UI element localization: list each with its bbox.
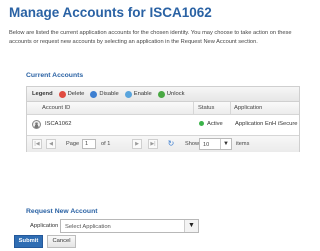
column-header-status[interactable]: Status [198, 105, 214, 111]
legend-disable-label: Disable [99, 91, 119, 97]
page-label: Page [66, 141, 80, 147]
chevron-down-icon: ▼ [220, 139, 231, 149]
status-cell: Active [207, 121, 223, 127]
current-accounts-panel: Legend Delete Disable Enable Unlock Acco… [26, 86, 300, 152]
application-label: Application [30, 223, 59, 229]
status-active-icon [199, 121, 204, 126]
legend-unlock: Unlock [157, 90, 185, 98]
page-of-label: of 1 [101, 141, 111, 147]
column-header-application[interactable]: Application [234, 105, 262, 111]
page-size-select[interactable]: 10 ▼ [199, 138, 232, 150]
current-accounts-heading: Current Accounts [26, 72, 84, 79]
request-new-account-heading: Request New Account [26, 208, 98, 215]
submit-button[interactable]: Submit [14, 235, 43, 248]
prev-page-icon[interactable]: ◀ [46, 139, 56, 149]
column-divider [193, 102, 194, 115]
show-label: Show [185, 141, 199, 147]
page-number-input[interactable]: 1 [82, 139, 96, 149]
disable-icon [90, 90, 98, 98]
legend-delete-label: Delete [67, 91, 85, 97]
legend-enable-label: Enable [133, 91, 152, 97]
page-title: Manage Accounts for ISCA1062 [9, 5, 212, 20]
intro-text: Below are listed the current application… [9, 30, 292, 45]
table-row[interactable]: ISCA1062 Active Application EnH iSecure [27, 116, 299, 133]
cancel-button[interactable]: Cancel [47, 235, 76, 248]
chevron-down-icon: ▼ [184, 220, 198, 232]
application-select-value: Select Application [65, 224, 111, 230]
enable-icon [124, 90, 132, 98]
delete-icon [58, 90, 66, 98]
items-label: items [236, 141, 250, 147]
legend-bar: Legend Delete Disable Enable Unlock [27, 87, 299, 102]
refresh-icon[interactable]: ↻ [166, 139, 176, 149]
pagination-bar: |◀ ◀ Page 1 of 1 ▶ ▶| ↻ Show 10 ▼ items [27, 135, 299, 152]
account-id-cell: ISCA1062 [45, 121, 72, 127]
application-select[interactable]: Select Application ▼ [60, 219, 199, 233]
table-header: Account ID Status Application [27, 102, 299, 115]
legend-unlock-label: Unlock [166, 91, 185, 97]
last-page-icon[interactable]: ▶| [148, 139, 158, 149]
column-divider [230, 102, 231, 115]
user-icon [32, 120, 41, 129]
column-header-account-id[interactable]: Account ID [42, 105, 70, 111]
application-cell: Application EnH iSecure [235, 121, 298, 127]
next-page-icon[interactable]: ▶ [132, 139, 142, 149]
legend-label: Legend [32, 91, 53, 97]
legend-disable: Disable [90, 90, 119, 98]
page-size-value: 10 [203, 142, 210, 148]
legend-enable: Enable [124, 90, 152, 98]
first-page-icon[interactable]: |◀ [32, 139, 42, 149]
legend-delete: Delete [58, 90, 85, 98]
unlock-icon [157, 90, 165, 98]
